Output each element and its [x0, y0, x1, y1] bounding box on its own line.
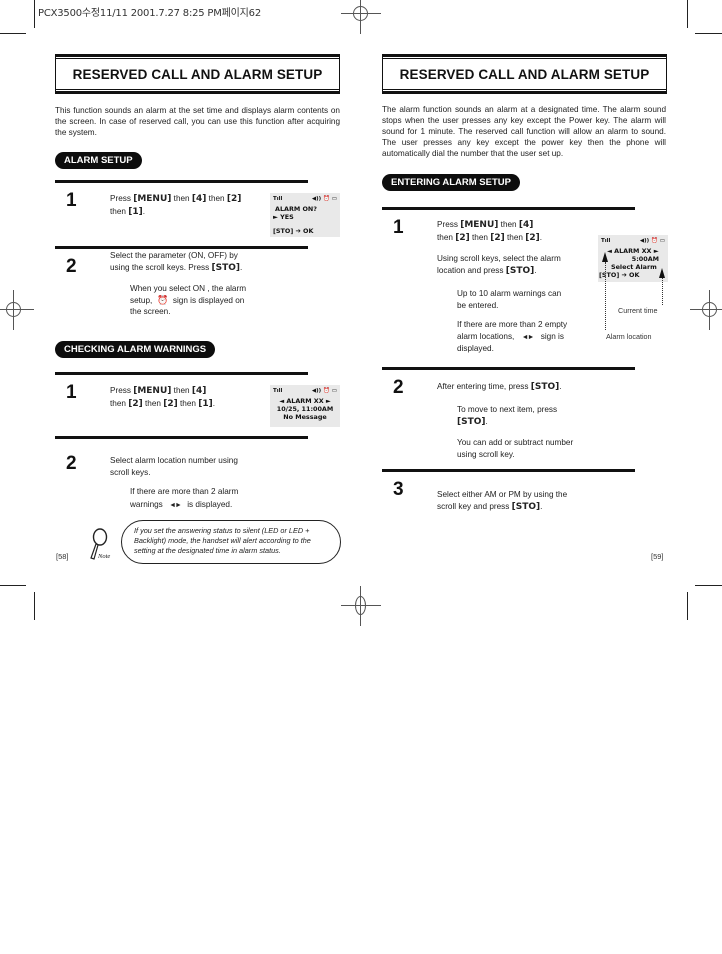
- crop-mark: [687, 592, 688, 620]
- step-instruction: Select either AM or PM by using the scro…: [437, 490, 568, 512]
- step-instruction: After entering time, press [STO].: [437, 382, 562, 392]
- step-note: When you select ON , the alarm setup, ⏰ …: [130, 284, 247, 316]
- callout-alarm-location: Alarm location: [606, 332, 652, 341]
- crop-mark: [695, 33, 722, 34]
- step-divider: [55, 180, 308, 183]
- scroll-arrows-icon: ◄►: [521, 333, 535, 341]
- step-instruction: Select the parameter (ON, OFF) by using t…: [110, 251, 243, 273]
- step-divider: [55, 246, 308, 249]
- step-number: 2: [66, 256, 77, 277]
- crop-mark: [34, 592, 35, 620]
- status-icons: ◀)) ⏰ ▭: [639, 238, 665, 244]
- step-instruction-detail: Using scroll keys, select the alarm loca…: [437, 254, 561, 276]
- crop-mark: [0, 585, 26, 586]
- phone-lcd-display: Tıll ◀)) ⏰ ▭ ◄ ALARM XX ► 5:00AM Select A…: [598, 235, 668, 282]
- step-number: 1: [66, 190, 77, 211]
- right-page-header: RESERVED CALL AND ALARM SETUP: [382, 54, 667, 94]
- step-instruction: Press [MENU] then [4] then [2] then [2] …: [437, 220, 542, 243]
- callout-line: [605, 262, 606, 330]
- section-label-alarm-setup: ALARM SETUP: [55, 152, 142, 169]
- signal-icon: Tıll: [601, 238, 611, 244]
- step-number: 3: [393, 479, 404, 500]
- step-divider: [382, 469, 635, 472]
- step-note: To move to next item, press [STO].: [457, 405, 558, 427]
- print-slug: PCX3500수정11/11 2001.7.27 8:25 PM페이지62: [38, 8, 261, 19]
- registration-mark-left: [0, 290, 34, 330]
- step-number: 1: [66, 382, 77, 403]
- left-intro-paragraph: This function sounds an alarm at the set…: [55, 106, 340, 137]
- step-divider: [55, 436, 308, 439]
- step-note: If there are more than 2 alarm warnings …: [130, 487, 239, 509]
- note-label: Note: [98, 553, 111, 560]
- page-number-left: [58]: [56, 552, 69, 561]
- crop-mark: [34, 0, 35, 28]
- right-page-title: RESERVED CALL AND ALARM SETUP: [399, 66, 650, 82]
- step-instruction: Press [MENU] then [4] then [2] then [1].: [110, 194, 242, 217]
- crop-mark: [695, 585, 722, 586]
- phone-lcd-display: Tıll ◀)) ⏰ ▭ ◄ ALARM XX ► 10/25, 11:00AM …: [270, 385, 340, 427]
- crop-mark: [687, 0, 688, 28]
- left-page-title: RESERVED CALL AND ALARM SETUP: [72, 66, 323, 82]
- alarm-location-pointer: [602, 252, 608, 262]
- step-note: If there are more than 2 empty alarm loc…: [457, 320, 568, 353]
- step-number: 2: [393, 377, 404, 398]
- signal-icon: Tıll: [273, 196, 283, 202]
- alarm-clock-icon: ⏰: [156, 294, 169, 305]
- section-label-entering-alarm-setup: ENTERING ALARM SETUP: [382, 174, 520, 191]
- step-note: You can add or subtract number using scro…: [457, 438, 574, 459]
- status-icons: ◀)) ⏰ ▭: [311, 388, 337, 394]
- current-time-pointer: [659, 268, 665, 278]
- step-divider: [382, 367, 635, 370]
- step-instruction: Press [MENU] then [4] then [2] then [2] …: [110, 386, 215, 409]
- step-note: Up to 10 alarm warnings can be entered.: [457, 289, 562, 310]
- step-divider: [382, 207, 635, 210]
- step-instruction: Select alarm location number using scroll…: [110, 456, 238, 477]
- signal-icon: Tıll: [273, 388, 283, 394]
- section-label-checking-alarm-warnings: CHECKING ALARM WARNINGS: [55, 341, 216, 358]
- status-icons: ◀)) ⏰ ▭: [311, 196, 337, 202]
- left-page-header: RESERVED CALL AND ALARM SETUP: [55, 54, 340, 94]
- registration-mark-top: [341, 0, 381, 34]
- callout-current-time: Current time: [618, 306, 658, 315]
- page-number-right: [59]: [651, 552, 664, 561]
- note-bubble: If you set the answering status to silen…: [121, 520, 341, 564]
- step-divider: [55, 372, 308, 375]
- registration-mark-right: [690, 290, 722, 330]
- crop-mark: [0, 33, 26, 34]
- scroll-arrows-icon: ◄►: [169, 501, 182, 509]
- step-number: 2: [66, 453, 77, 474]
- right-intro-paragraph: The alarm function sounds an alarm at a …: [382, 105, 666, 158]
- callout-line: [662, 278, 663, 305]
- step-number: 1: [393, 217, 404, 238]
- phone-lcd-display: Tıll ◀)) ⏰ ▭ ALARM ON? ► YES [STO] ➔ OK: [270, 193, 340, 237]
- registration-mark-bottom: [341, 586, 381, 626]
